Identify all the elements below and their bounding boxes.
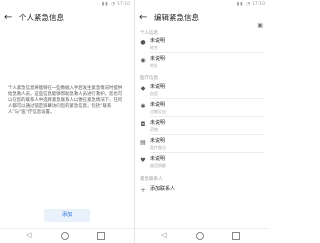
medical-label: 医疗备注 (150, 145, 166, 150)
name-value: 未说明 (150, 38, 166, 44)
address-label: 地址 (150, 63, 158, 68)
medical-label: 药物 (150, 127, 158, 132)
pill-icon: ◘ (140, 121, 146, 128)
name-label: 姓名 (150, 45, 158, 50)
organ-icon: ♥ (140, 157, 146, 164)
page-title: 编辑紧急信息 (154, 13, 199, 22)
blood-drop-icon: ◆ (140, 85, 146, 92)
medical-value: 未说明 (150, 156, 166, 162)
separator (150, 98, 264, 99)
separator (150, 152, 264, 153)
section-medical: 医疗信息 (140, 76, 158, 81)
medical-value: 未说明 (150, 120, 166, 126)
nav-bar: ◁ (0, 228, 134, 243)
status-bar: ▮▮ ◔ 17:10 (0, 0, 134, 9)
title-bar: ← 个人紧急信息 (0, 9, 134, 27)
nav-back-icon[interactable]: ◁ (26, 231, 31, 239)
location-pin-icon: ◉ (140, 57, 146, 64)
medical-value: 未说明 (150, 138, 166, 144)
separator (150, 116, 264, 117)
section-personal: 个人信息 (140, 31, 158, 36)
right-panel: ▮▮ ◔ 17:10 ← 编辑紧急信息 ▣ 个人信息 ● 未说明 姓名 ◉ 未说… (135, 0, 269, 243)
title-bar: ← 编辑紧急信息 ▣ (135, 9, 269, 29)
note-icon: ▤ (140, 139, 146, 146)
nav-home-icon[interactable] (196, 232, 204, 240)
separator (150, 52, 264, 53)
add-button[interactable]: 添加 (44, 209, 90, 222)
signal-icons: ▮▮ ◔ (101, 2, 116, 7)
back-arrow-icon[interactable]: ← (139, 12, 147, 24)
medical-value: 未说明 (150, 102, 166, 108)
person-icon: ● (140, 39, 146, 46)
nav-bar: ◁ (135, 228, 269, 243)
address-value: 未说明 (150, 56, 166, 62)
nav-home-icon[interactable] (61, 232, 69, 240)
separator (150, 134, 264, 135)
signal-icons: ▮▮ ◔ (236, 2, 251, 7)
add-contact-label: 添加联系人 (150, 186, 176, 192)
nav-recent-icon[interactable] (232, 232, 240, 240)
status-time: 17:10 (252, 2, 265, 7)
left-panel: ▮▮ ◔ 17:10 ← 个人紧急信息 个人紧急信息将能够在一些数据入手后发生紧… (0, 0, 134, 243)
medical-label: 器官捐献 (150, 163, 166, 168)
description-text: 个人紧急信息将能够在一些数据入手后发生紧急情况时提供给急救人员，这些信息能够帮助… (8, 86, 123, 115)
section-contacts: 紧急联系人 (140, 177, 163, 182)
plus-icon: + (140, 187, 146, 194)
status-time: 17:10 (117, 2, 130, 7)
nav-back-icon[interactable]: ◁ (161, 231, 166, 239)
medical-label: 血型 (150, 91, 158, 96)
page-title: 个人紧急信息 (19, 13, 64, 22)
medical-label: 过敏反应 (150, 109, 166, 114)
back-arrow-icon[interactable]: ← (4, 12, 12, 24)
medical-value: 未说明 (150, 84, 166, 90)
status-bar: ▮▮ ◔ 17:10 (135, 0, 269, 9)
nav-recent-icon[interactable] (97, 232, 105, 240)
save-icon[interactable]: ▣ (257, 22, 263, 29)
allergy-icon: ✱ (140, 103, 146, 110)
